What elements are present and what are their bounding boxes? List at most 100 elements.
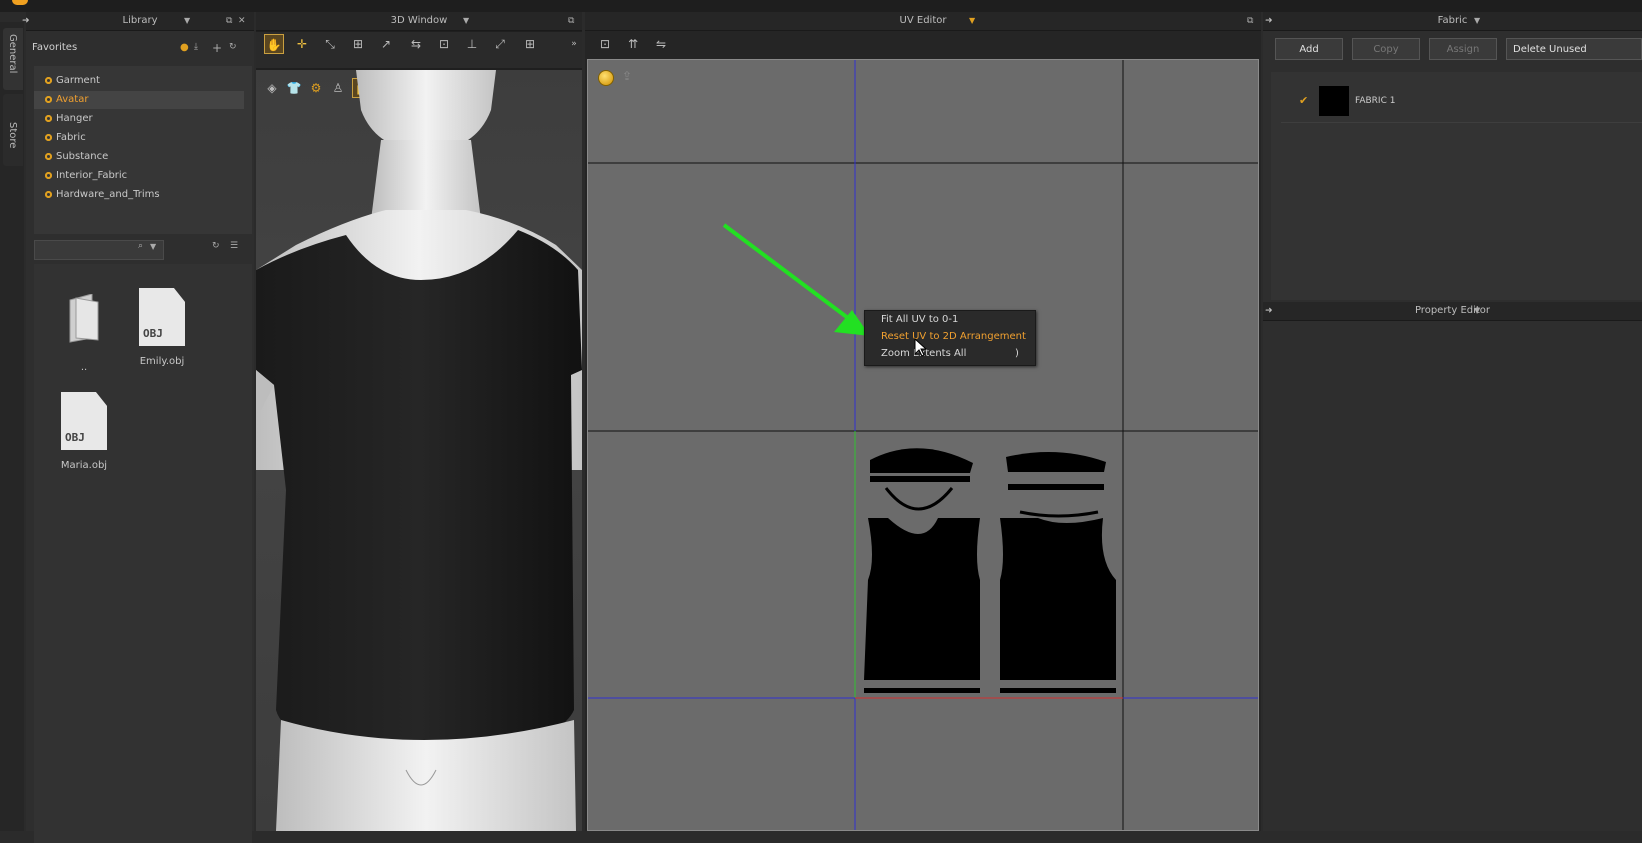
uv-pack-icon[interactable]: ⇋ xyxy=(651,34,671,54)
favorites-label: Favorites xyxy=(32,42,78,53)
folder-bullet-icon xyxy=(45,153,52,160)
avatar-model xyxy=(256,70,582,831)
uv-editor-title: UV Editor xyxy=(899,15,947,26)
property-editor-body xyxy=(1263,321,1642,831)
window-3d-toolbar: ✋ ✛ ⤡ ⊞ ↗ ⇆ ⊡ ⊥ ⤢ ⊞ » xyxy=(256,32,582,68)
obj-file-icon: OBJ xyxy=(139,288,185,346)
assign-fabric-button[interactable]: Assign xyxy=(1429,38,1497,60)
search-icon[interactable]: ⌕ xyxy=(138,241,143,251)
obj-file-icon: OBJ xyxy=(61,392,107,450)
favorites-list: Garment Avatar Hanger Fabric Substance I… xyxy=(34,66,252,234)
uv-snapshot-icon[interactable]: ⊡ xyxy=(595,34,615,54)
fabric-title: Fabric xyxy=(1437,15,1468,26)
app-logo xyxy=(12,0,28,5)
fabric-panel: ➜ Fabric ▼ Add Copy Assign Delete Unused… xyxy=(1263,12,1642,831)
undock-icon[interactable]: ⧉ xyxy=(1247,12,1253,30)
uv-grid xyxy=(588,60,1258,830)
mouse-cursor-icon xyxy=(914,338,928,357)
uv-export-icon[interactable]: ⇪ xyxy=(622,69,632,83)
fabric-name: FABRIC 1 xyxy=(1355,96,1396,106)
favorite-item-fabric[interactable]: Fabric xyxy=(34,129,244,147)
dropdown-arrow-icon[interactable]: ▼ xyxy=(1474,12,1480,30)
favorite-item-hanger[interactable]: Hanger xyxy=(34,110,244,128)
menu-item-reset-uv-2d-arrangement[interactable]: Reset UV to 2D Arrangement xyxy=(881,331,1026,342)
folder-bullet-icon xyxy=(45,96,52,103)
dropdown-arrow-icon[interactable]: ▼ xyxy=(969,12,975,30)
favorite-item-garment[interactable]: Garment xyxy=(34,72,244,90)
collapse-arrow-icon[interactable]: ➜ xyxy=(22,12,30,30)
dropdown-arrow-icon[interactable]: ▼ xyxy=(1474,302,1480,320)
measure-tool-icon[interactable]: ⊥ xyxy=(462,34,482,54)
folder-bullet-icon xyxy=(45,77,52,84)
delete-unused-button[interactable]: Delete Unused xyxy=(1506,38,1642,60)
window-3d-title: 3D Window xyxy=(390,15,448,26)
arrange-tool-icon[interactable]: ⇆ xyxy=(406,34,426,54)
uv-toggle-icon[interactable] xyxy=(598,70,614,86)
title-bar xyxy=(0,0,1642,12)
menu-item-fit-all-uv[interactable]: Fit All UV to 0-1 xyxy=(881,314,958,325)
toolbar-overflow-icon[interactable]: » xyxy=(564,34,584,54)
uv-canvas[interactable]: ⇪ xyxy=(587,59,1259,831)
file-label: Emily.obj xyxy=(139,356,185,367)
fabric-header: ➜ Fabric ▼ xyxy=(1263,12,1642,31)
uv-arrange-icon[interactable]: ⇈ xyxy=(623,34,643,54)
tab-general[interactable]: General xyxy=(3,28,23,90)
dropdown-arrow-icon[interactable]: ▼ xyxy=(463,12,469,30)
copy-fabric-button[interactable]: Copy xyxy=(1352,38,1420,60)
file-label: .. xyxy=(80,362,88,373)
window-3d-header: 3D Window ▼ ⧉ xyxy=(256,12,582,31)
checkmark-icon[interactable]: ✔ xyxy=(1299,94,1308,107)
circumference-tool-icon[interactable]: ⤢ xyxy=(490,34,510,54)
select-move-tool-icon[interactable]: ✋ xyxy=(264,34,284,54)
fabric-list-item[interactable]: ✔ FABRIC 1 xyxy=(1281,82,1642,123)
list-view-icon[interactable]: ☰ xyxy=(230,241,238,251)
folder-bullet-icon xyxy=(45,172,52,179)
folder-bullet-icon xyxy=(45,191,52,198)
favorite-item-substance[interactable]: Substance xyxy=(34,148,244,166)
uv-editor-header: UV Editor ▼ ⧉ xyxy=(585,12,1261,31)
favorite-item-hardware-and-trims[interactable]: Hardware_and_Trims xyxy=(34,186,244,204)
close-icon[interactable]: ✕ xyxy=(238,12,246,30)
undock-icon[interactable]: ⧉ xyxy=(226,12,232,30)
transform-tool-icon[interactable]: ✛ xyxy=(292,34,312,54)
folder-bullet-icon xyxy=(45,115,52,122)
undock-icon[interactable]: ⧉ xyxy=(568,12,574,30)
fabric-list: ✔ FABRIC 1 xyxy=(1271,72,1642,300)
file-item-parent-folder[interactable]: .. xyxy=(44,288,124,378)
folder-icon xyxy=(69,294,99,343)
pin-tool-icon[interactable]: ⊞ xyxy=(348,34,368,54)
window-3d: 3D Window ▼ ⧉ ✋ ✛ ⤡ ⊞ ↗ ⇆ ⊡ ⊥ ⤢ ⊞ » ◈ 👕 … xyxy=(256,12,582,831)
vertical-tab-bar: General Store xyxy=(0,22,24,831)
viewport-3d[interactable]: ◈ 👕 ⚙ ♙ ◧ ◩ ☺ ✺ ⇪ xyxy=(256,70,582,831)
collapse-arrow-icon[interactable]: ➜ xyxy=(1265,302,1273,320)
grid-tool-icon[interactable]: ⊞ xyxy=(520,34,540,54)
add-icon[interactable]: + xyxy=(212,41,222,55)
file-item-maria-obj[interactable]: OBJ Maria.obj xyxy=(44,392,124,482)
library-panel: ➜ Library ▼ ⧉ ✕ Favorites ● ⤓ + ↻ Garmen… xyxy=(22,12,254,843)
collapse-arrow-icon[interactable]: ➜ xyxy=(1265,12,1273,30)
menu-shortcut: ) xyxy=(1015,348,1019,359)
uv-editor-panel: UV Editor ▼ ⧉ ⊡ ⇈ ⇋ ⇪ xyxy=(585,12,1261,831)
library-header: ➜ Library ▼ ⧉ ✕ xyxy=(22,12,254,31)
add-fabric-button[interactable]: Add xyxy=(1275,38,1343,60)
library-title: Library xyxy=(122,15,158,26)
favorite-add-icon[interactable]: ● xyxy=(180,42,189,53)
library-search-input[interactable] xyxy=(34,240,164,260)
fold-tool-icon[interactable]: ⊡ xyxy=(434,34,454,54)
folder-bullet-icon xyxy=(45,134,52,141)
import-icon[interactable]: ⤓ xyxy=(194,42,198,52)
file-label: Maria.obj xyxy=(60,460,108,471)
refresh-icon[interactable]: ↻ xyxy=(229,42,237,52)
filter-dropdown-icon[interactable]: ▼ xyxy=(150,242,156,251)
file-browser: .. OBJ Emily.obj OBJ Maria.obj xyxy=(34,264,252,843)
tack-tool-icon[interactable]: ↗ xyxy=(376,34,396,54)
refresh-list-icon[interactable]: ↻ xyxy=(212,241,220,251)
edit-tool-icon[interactable]: ⤡ xyxy=(320,34,340,54)
favorite-item-interior-fabric[interactable]: Interior_Fabric xyxy=(34,167,244,185)
uv-context-menu: Fit All UV to 0-1 Reset UV to 2D Arrange… xyxy=(864,310,1036,366)
fabric-swatch xyxy=(1319,86,1349,116)
dropdown-arrow-icon[interactable]: ▼ xyxy=(184,12,190,30)
tab-store[interactable]: Store xyxy=(3,94,23,166)
favorite-item-avatar[interactable]: Avatar xyxy=(34,91,244,109)
file-item-emily-obj[interactable]: OBJ Emily.obj xyxy=(122,288,202,378)
